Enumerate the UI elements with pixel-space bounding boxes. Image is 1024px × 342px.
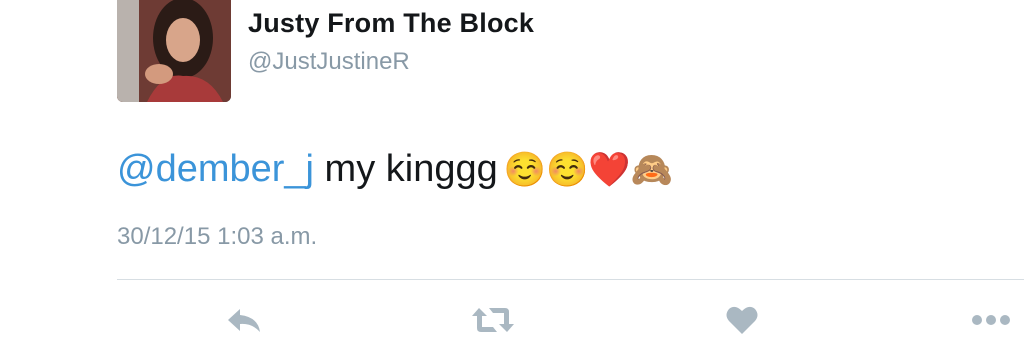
retweet-icon: [472, 308, 514, 332]
avatar[interactable]: [117, 0, 231, 102]
divider: [117, 279, 1024, 280]
more-button[interactable]: [968, 302, 1014, 338]
tweet-timestamp[interactable]: 30/12/15 1:03 a.m.: [117, 223, 317, 251]
reply-icon: [228, 309, 260, 332]
reply-button[interactable]: [224, 302, 264, 338]
author-display-name[interactable]: Justy From The Block: [248, 8, 534, 39]
like-icon: [726, 306, 758, 334]
more-icon: [972, 315, 1010, 325]
mention-link[interactable]: @dember_j: [117, 148, 314, 190]
retweet-button[interactable]: [470, 302, 516, 338]
tweet-emojis: ☺️☺️❤️🙈: [503, 151, 674, 189]
author-handle[interactable]: @JustJustineR: [248, 48, 410, 76]
avatar-image: [117, 0, 231, 102]
like-button[interactable]: [722, 302, 762, 338]
tweet-text: @dember_j my kinggg ☺️☺️❤️🙈: [117, 148, 673, 191]
tweet-body: my kinggg: [314, 148, 498, 190]
